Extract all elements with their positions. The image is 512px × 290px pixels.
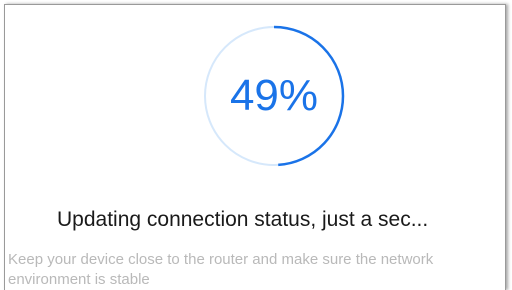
progress-ring: 49% [202,24,346,168]
status-title: Updating connection status, just a sec..… [57,208,429,231]
progress-percent-label: 49% [229,71,319,120]
window-frame: 49% Updating connection status, just a s… [0,0,512,290]
update-screen: 49% Updating connection status, just a s… [4,4,506,290]
status-hint: Keep your device close to the router and… [8,251,434,288]
